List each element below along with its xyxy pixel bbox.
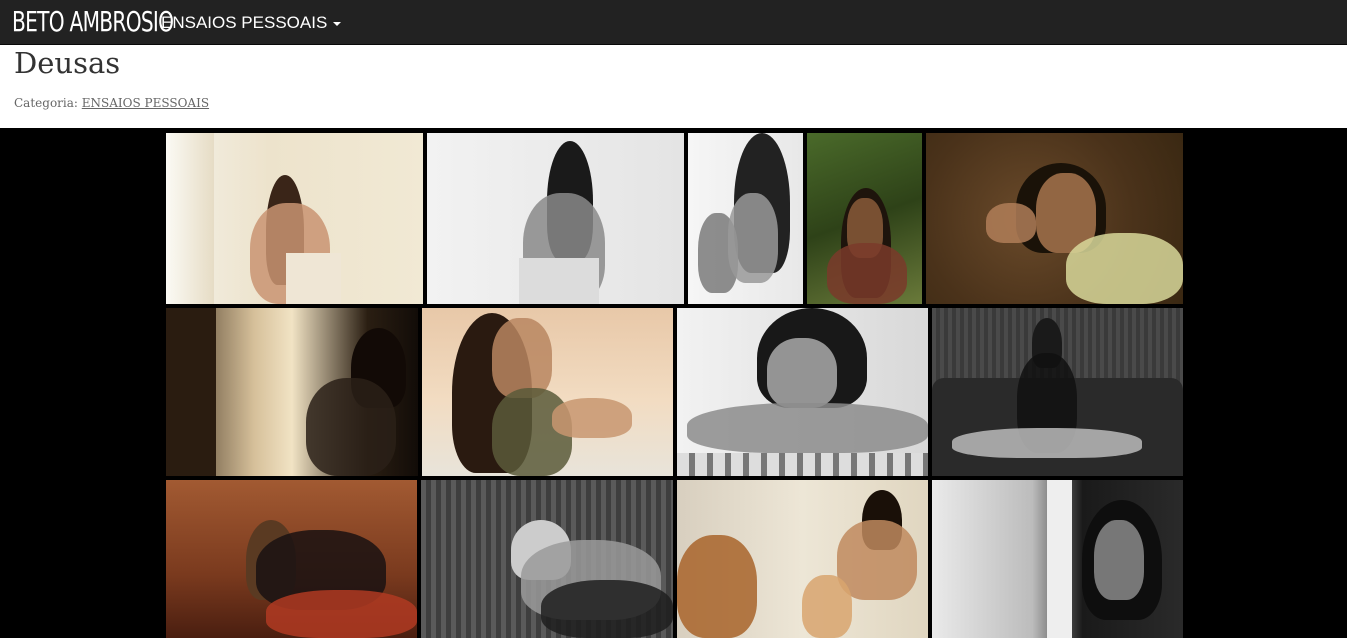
page-header: Deusas Categoria: ENSAIOS PESSOAIS [0, 45, 1347, 128]
gallery-photo[interactable] [932, 308, 1183, 476]
gallery-photo[interactable] [166, 480, 417, 638]
gallery-photo[interactable] [166, 308, 418, 476]
gallery-photo[interactable] [427, 133, 684, 304]
category-link[interactable]: ENSAIOS PESSOAIS [82, 96, 209, 110]
gallery-photo[interactable] [807, 133, 922, 304]
category-line: Categoria: ENSAIOS PESSOAIS [14, 96, 209, 110]
caret-down-icon [333, 21, 342, 26]
top-navbar: BETO AMBROSIO ENSAIOS PESSOAIS [0, 0, 1347, 45]
ensaios-pessoais-dropdown[interactable]: ENSAIOS PESSOAIS [161, 0, 342, 45]
gallery-photo[interactable] [677, 480, 928, 638]
gallery-photo[interactable] [688, 133, 803, 304]
gallery-photo[interactable] [166, 133, 423, 304]
gallery-photo[interactable] [932, 480, 1183, 638]
gallery-photo[interactable] [926, 133, 1183, 304]
dropdown-label: ENSAIOS PESSOAIS [161, 13, 328, 32]
category-prefix: Categoria: [14, 96, 78, 110]
page-title: Deusas [14, 46, 121, 80]
gallery-photo[interactable] [422, 308, 673, 476]
gallery-photo[interactable] [677, 308, 928, 476]
gallery-photo[interactable] [421, 480, 673, 638]
site-logo[interactable]: BETO AMBROSIO [12, 2, 174, 42]
